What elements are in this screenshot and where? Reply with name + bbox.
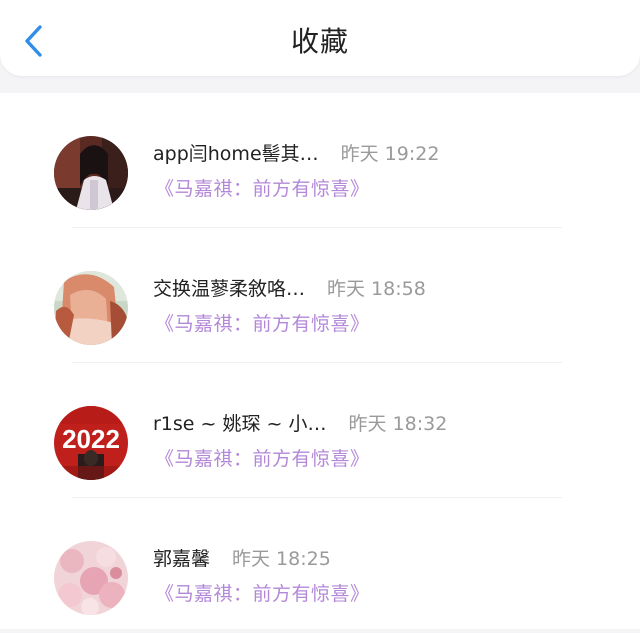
list-item[interactable]: 2022 r1se ~ 姚琛 ~ 小… 昨天 18:32 《马嘉祺：前方有惊喜》 (0, 363, 640, 498)
list-item[interactable]: 交换温蓼柔敘咯… 昨天 18:58 《马嘉祺：前方有惊喜》 (0, 228, 640, 363)
list-item[interactable]: app闫home髻其… 昨天 19:22 《马嘉祺：前方有惊喜》 (0, 93, 640, 228)
item-subtitle: 《马嘉祺：前方有惊喜》 (155, 448, 370, 470)
avatar (54, 136, 128, 210)
avatar (54, 541, 128, 615)
item-time: 昨天 18:25 (232, 548, 331, 570)
item-time: 昨天 19:22 (340, 143, 440, 165)
avatar (54, 271, 128, 345)
avatar: 2022 (54, 406, 128, 480)
favorites-list: app闫home髻其… 昨天 19:22 《马嘉祺：前方有惊喜》 交换温蓼柔敘咯…… (0, 93, 640, 629)
item-subtitle: 《马嘉祺：前方有惊喜》 (155, 313, 370, 335)
list-item[interactable]: 郭嘉馨 昨天 18:25 《马嘉祺：前方有惊喜》 (0, 498, 640, 633)
item-subtitle: 《马嘉祺：前方有惊喜》 (155, 583, 370, 605)
item-time: 昨天 18:58 (327, 278, 426, 300)
item-time: 昨天 18:32 (348, 413, 448, 435)
item-name: app闫home髻其… (153, 143, 319, 165)
item-subtitle: 《马嘉祺：前方有惊喜》 (155, 178, 370, 200)
item-name: 交换温蓼柔敘咯… (153, 278, 306, 300)
page-title: 收藏 (290, 25, 349, 58)
top-bar: 收藏 (0, 0, 640, 76)
item-name: 郭嘉馨 (153, 548, 211, 570)
item-name: r1se ~ 姚琛 ~ 小… (153, 413, 327, 435)
svg-text:2022: 2022 (62, 424, 120, 454)
